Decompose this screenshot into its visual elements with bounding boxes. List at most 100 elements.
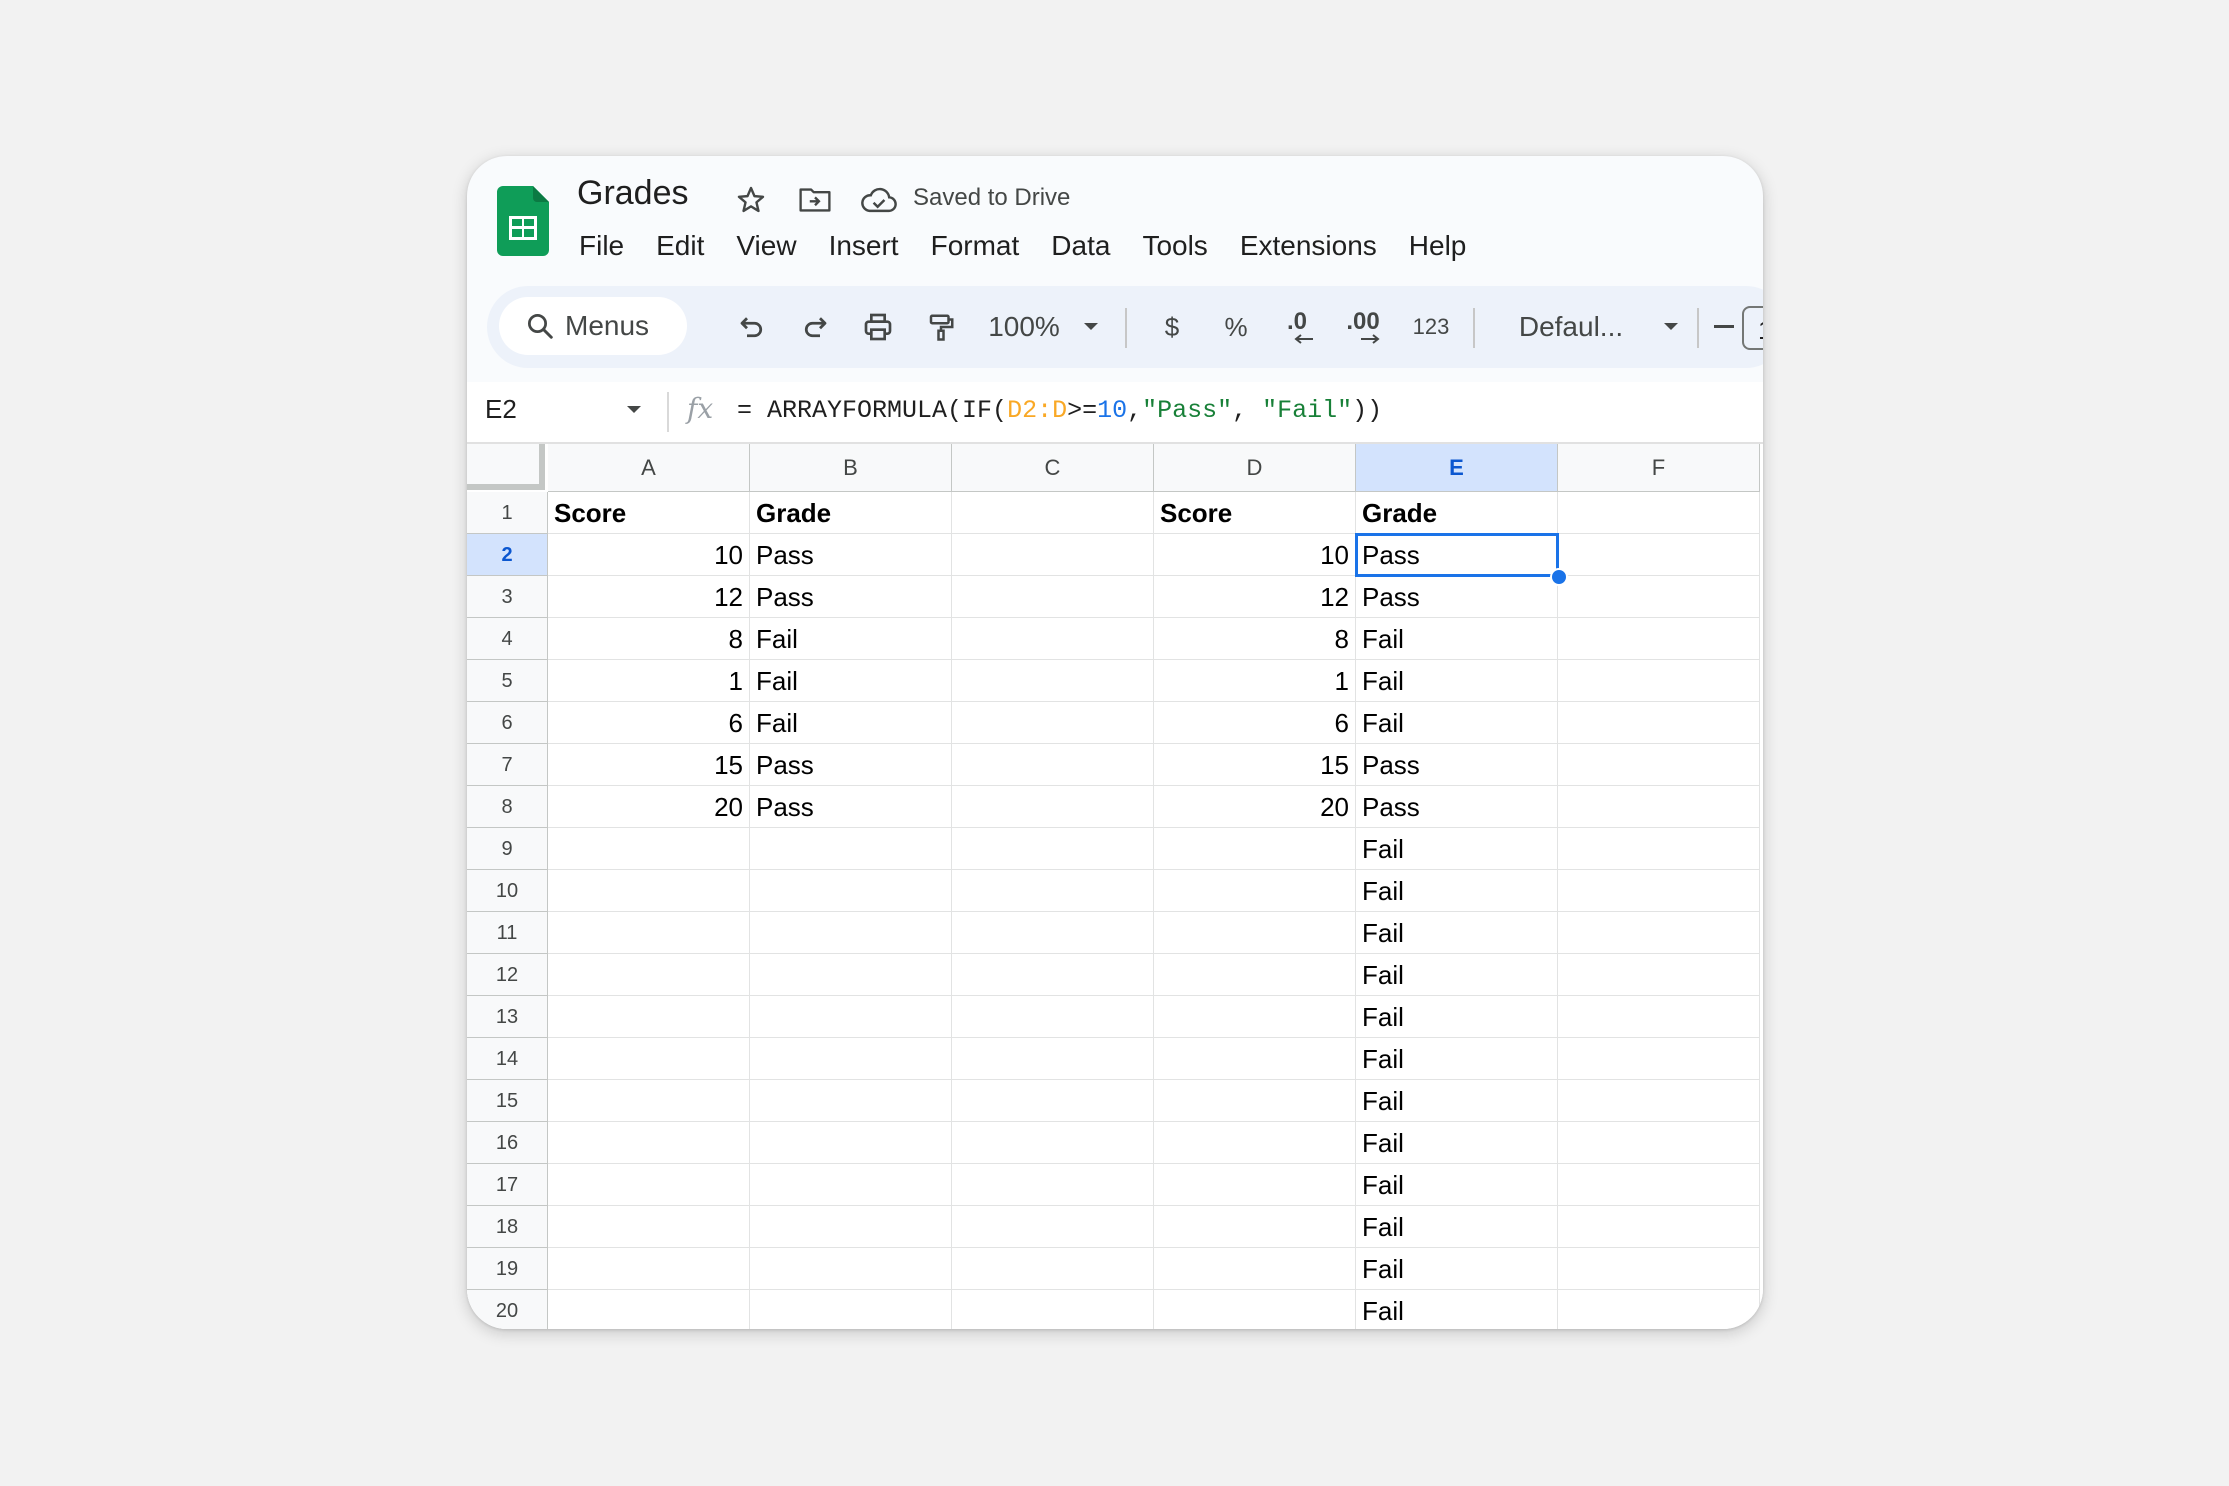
cell-f4[interactable] xyxy=(1558,618,1760,660)
cell-a12[interactable] xyxy=(548,954,750,996)
cell-e20[interactable]: Fail xyxy=(1356,1290,1558,1329)
cell-d9[interactable] xyxy=(1154,828,1356,870)
cell-d1[interactable]: Score xyxy=(1154,492,1356,534)
cell-b19[interactable] xyxy=(750,1248,952,1290)
row-header[interactable]: 16 xyxy=(467,1122,548,1164)
cell-c11[interactable] xyxy=(952,912,1154,954)
zoom-value[interactable]: 100% xyxy=(979,286,1069,368)
cell-a20[interactable] xyxy=(548,1290,750,1329)
cell-f20[interactable] xyxy=(1558,1290,1760,1329)
cell-e5[interactable]: Fail xyxy=(1356,660,1558,702)
cell-f18[interactable] xyxy=(1558,1206,1760,1248)
cell-e10[interactable]: Fail xyxy=(1356,870,1558,912)
cell-e19[interactable]: Fail xyxy=(1356,1248,1558,1290)
cell-b16[interactable] xyxy=(750,1122,952,1164)
cell-f7[interactable] xyxy=(1558,744,1760,786)
paint-format-button[interactable] xyxy=(916,286,966,368)
cell-b8[interactable]: Pass xyxy=(750,786,952,828)
cell-f19[interactable] xyxy=(1558,1248,1760,1290)
cell-b18[interactable] xyxy=(750,1206,952,1248)
row-header[interactable]: 11 xyxy=(467,912,548,954)
cell-c1[interactable] xyxy=(952,492,1154,534)
column-header-f[interactable]: F xyxy=(1558,444,1760,492)
row-header[interactable]: 10 xyxy=(467,870,548,912)
cell-c17[interactable] xyxy=(952,1164,1154,1206)
cell-e6[interactable]: Fail xyxy=(1356,702,1558,744)
row-header[interactable]: 17 xyxy=(467,1164,548,1206)
undo-button[interactable] xyxy=(727,286,777,368)
star-icon[interactable] xyxy=(731,180,771,220)
cell-b9[interactable] xyxy=(750,828,952,870)
column-header-a[interactable]: A xyxy=(548,444,750,492)
menu-edit[interactable]: Edit xyxy=(656,226,704,266)
font-size-input[interactable]: 1 xyxy=(1742,306,1763,350)
cell-f6[interactable] xyxy=(1558,702,1760,744)
cell-b4[interactable]: Fail xyxy=(750,618,952,660)
cell-a6[interactable]: 6 xyxy=(548,702,750,744)
cell-a15[interactable] xyxy=(548,1080,750,1122)
cell-a14[interactable] xyxy=(548,1038,750,1080)
column-header-e[interactable]: E xyxy=(1356,444,1558,492)
percent-format-button[interactable]: % xyxy=(1211,286,1261,368)
zoom-dropdown-button[interactable] xyxy=(1071,286,1111,368)
column-header-b[interactable]: B xyxy=(750,444,952,492)
redo-button[interactable] xyxy=(790,286,840,368)
menu-format[interactable]: Format xyxy=(931,226,1020,266)
cell-d17[interactable] xyxy=(1154,1164,1356,1206)
cell-c9[interactable] xyxy=(952,828,1154,870)
cell-d2[interactable]: 10 xyxy=(1154,534,1356,576)
cell-c14[interactable] xyxy=(952,1038,1154,1080)
cell-e11[interactable]: Fail xyxy=(1356,912,1558,954)
cell-f2[interactable] xyxy=(1558,534,1760,576)
row-header[interactable]: 5 xyxy=(467,660,548,702)
cell-e12[interactable]: Fail xyxy=(1356,954,1558,996)
cell-b13[interactable] xyxy=(750,996,952,1038)
cell-c4[interactable] xyxy=(952,618,1154,660)
row-header[interactable]: 15 xyxy=(467,1080,548,1122)
font-dropdown-button[interactable] xyxy=(1653,286,1689,368)
cell-d8[interactable]: 20 xyxy=(1154,786,1356,828)
cell-d13[interactable] xyxy=(1154,996,1356,1038)
cell-a5[interactable]: 1 xyxy=(548,660,750,702)
cell-e4[interactable]: Fail xyxy=(1356,618,1558,660)
cell-b10[interactable] xyxy=(750,870,952,912)
row-header[interactable]: 13 xyxy=(467,996,548,1038)
row-header[interactable]: 12 xyxy=(467,954,548,996)
cell-d19[interactable] xyxy=(1154,1248,1356,1290)
cell-e3[interactable]: Pass xyxy=(1356,576,1558,618)
cell-f5[interactable] xyxy=(1558,660,1760,702)
document-title[interactable]: Grades xyxy=(577,174,689,213)
cell-e18[interactable]: Fail xyxy=(1356,1206,1558,1248)
cell-b17[interactable] xyxy=(750,1164,952,1206)
font-family-select[interactable]: Defaul... xyxy=(1491,286,1651,368)
cell-e15[interactable]: Fail xyxy=(1356,1080,1558,1122)
cell-e8[interactable]: Pass xyxy=(1356,786,1558,828)
select-all-corner[interactable] xyxy=(467,444,545,490)
cell-d14[interactable] xyxy=(1154,1038,1356,1080)
cell-d4[interactable]: 8 xyxy=(1154,618,1356,660)
decrease-decimal-button[interactable]: .0 xyxy=(1269,286,1325,368)
cell-c8[interactable] xyxy=(952,786,1154,828)
menu-extensions[interactable]: Extensions xyxy=(1240,226,1377,266)
cell-c7[interactable] xyxy=(952,744,1154,786)
cell-a16[interactable] xyxy=(548,1122,750,1164)
menu-data[interactable]: Data xyxy=(1051,226,1110,266)
cell-c18[interactable] xyxy=(952,1206,1154,1248)
cell-d6[interactable]: 6 xyxy=(1154,702,1356,744)
row-header[interactable]: 18 xyxy=(467,1206,548,1248)
cell-b20[interactable] xyxy=(750,1290,952,1329)
cell-e16[interactable]: Fail xyxy=(1356,1122,1558,1164)
cell-d12[interactable] xyxy=(1154,954,1356,996)
cell-d18[interactable] xyxy=(1154,1206,1356,1248)
cell-a19[interactable] xyxy=(548,1248,750,1290)
cell-e7[interactable]: Pass xyxy=(1356,744,1558,786)
row-header[interactable]: 9 xyxy=(467,828,548,870)
cell-a2[interactable]: 10 xyxy=(548,534,750,576)
cell-e2[interactable]: Pass xyxy=(1356,534,1558,576)
cell-b3[interactable]: Pass xyxy=(750,576,952,618)
cell-a7[interactable]: 15 xyxy=(548,744,750,786)
cell-b15[interactable] xyxy=(750,1080,952,1122)
cell-d20[interactable] xyxy=(1154,1290,1356,1329)
row-header[interactable]: 1 xyxy=(467,492,548,534)
row-header[interactable]: 6 xyxy=(467,702,548,744)
